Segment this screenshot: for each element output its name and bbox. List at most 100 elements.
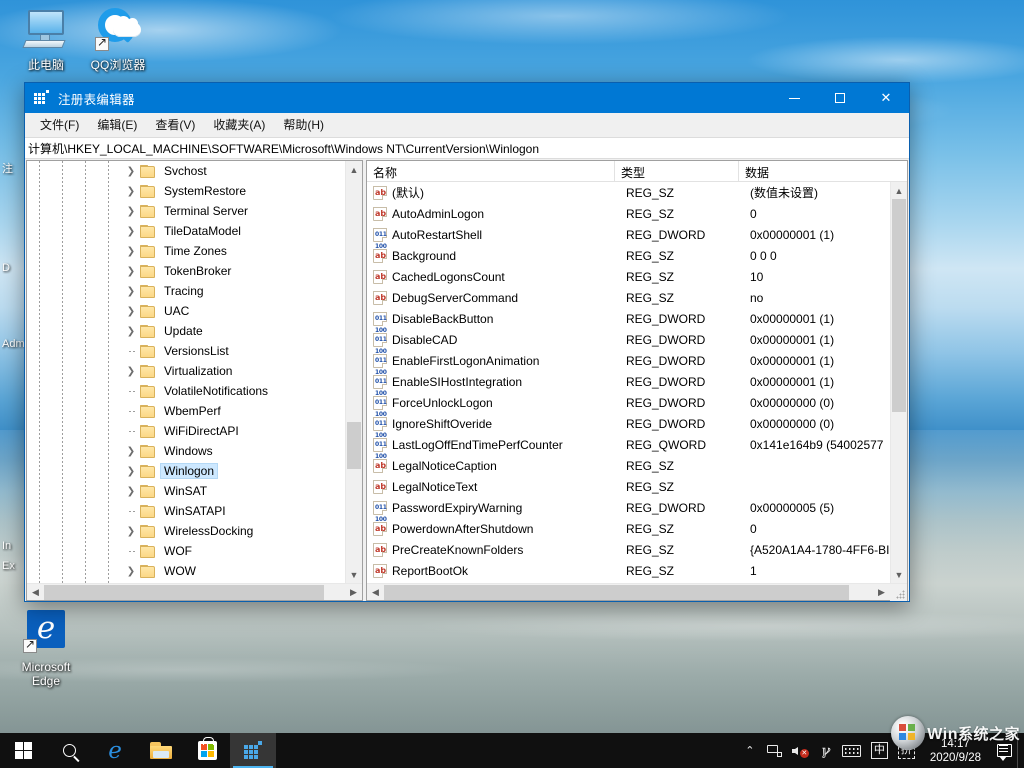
value-row[interactable]: abPreCreateKnownFoldersREG_SZ{A520A1A4-1… [367, 539, 890, 560]
scroll-up-icon[interactable]: ▲ [891, 182, 907, 199]
expand-chevron-icon[interactable]: ❯ [123, 221, 139, 241]
tree-item-versionslist[interactable]: VersionsList [27, 341, 345, 361]
values-scroll-thumb[interactable] [892, 199, 906, 412]
desktop-icon-qq-browser[interactable]: QQ浏览器 [80, 6, 156, 72]
expand-chevron-icon[interactable]: ❯ [123, 441, 139, 461]
value-row[interactable]: abCachedLogonsCountREG_SZ10 [367, 266, 890, 287]
scroll-right-icon[interactable]: ▶ [345, 584, 362, 601]
registry-editor-taskbar-button[interactable] [230, 733, 276, 768]
values-scroll-track[interactable] [891, 199, 907, 566]
file-explorer-button[interactable] [138, 733, 184, 768]
touch-keyboard-button[interactable] [837, 733, 866, 768]
expand-chevron-icon[interactable]: ❯ [123, 461, 139, 481]
tree-item-tiledatamodel[interactable]: ❯TileDataModel [27, 221, 345, 241]
ime-mode-button[interactable]: 拼 [893, 733, 920, 768]
expand-chevron-icon[interactable]: ❯ [123, 261, 139, 281]
expand-chevron-icon[interactable]: ❯ [123, 161, 139, 181]
tree-item-tracing[interactable]: ❯Tracing [27, 281, 345, 301]
column-header-data[interactable]: 数据 [739, 161, 907, 182]
tree-item-virtualization[interactable]: ❯Virtualization [27, 361, 345, 381]
desktop-icon-this-pc[interactable]: 此电脑 [8, 6, 84, 72]
value-row[interactable]: 011100AutoRestartShellREG_DWORD0x0000000… [367, 224, 890, 245]
value-row[interactable]: abDebugServerCommandREG_SZno [367, 287, 890, 308]
action-center-button[interactable] [991, 733, 1017, 768]
value-row[interactable]: 011100LastLogOffEndTimePerfCounterREG_QW… [367, 434, 890, 455]
tree-item-uac[interactable]: ❯UAC [27, 301, 345, 321]
scroll-down-icon[interactable]: ▼ [891, 566, 907, 583]
values-hscroll-track[interactable] [384, 585, 873, 600]
scroll-down-icon[interactable]: ▼ [346, 566, 362, 583]
expand-chevron-icon[interactable]: ❯ [123, 241, 139, 261]
close-button[interactable]: ✕ [863, 83, 909, 113]
address-bar[interactable]: 计算机\HKEY_LOCAL_MACHINE\SOFTWARE\Microsof… [25, 137, 909, 159]
tree-item-svchost[interactable]: ❯Svchost [27, 161, 345, 181]
value-row[interactable]: abLegalNoticeTextREG_SZ [367, 476, 890, 497]
tree-item-winsatapi[interactable]: WinSATAPI [27, 501, 345, 521]
tree-item-terminal-server[interactable]: ❯Terminal Server [27, 201, 345, 221]
value-row[interactable]: 011100ForceUnlockLogonREG_DWORD0x0000000… [367, 392, 890, 413]
menu-file[interactable]: 文件(F) [31, 115, 88, 135]
value-row[interactable]: 011100EnableFirstLogonAnimationREG_DWORD… [367, 350, 890, 371]
expand-chevron-icon[interactable]: ❯ [123, 321, 139, 341]
tree-item-tokenbroker[interactable]: ❯TokenBroker [27, 261, 345, 281]
ime-language-button[interactable]: 中 [866, 733, 893, 768]
tree-horizontal-scrollbar[interactable]: ◀ ▶ [27, 583, 362, 600]
pen-workspace-button[interactable]: ℽ [813, 733, 837, 768]
maximize-button[interactable] [817, 83, 863, 113]
tree-item-time-zones[interactable]: ❯Time Zones [27, 241, 345, 261]
minimize-button[interactable] [771, 83, 817, 113]
tree-item-update[interactable]: ❯Update [27, 321, 345, 341]
value-row[interactable]: abPowerdownAfterShutdownREG_SZ0 [367, 518, 890, 539]
expand-chevron-icon[interactable]: ❯ [123, 281, 139, 301]
show-desktop-button[interactable] [1017, 733, 1024, 768]
network-button[interactable] [762, 733, 787, 768]
desktop-icon-microsoft-edge[interactable]: e Microsoft Edge [8, 608, 84, 688]
value-row[interactable]: 011100DisableCADREG_DWORD0x00000001 (1) [367, 329, 890, 350]
value-row[interactable]: abAutoAdminLogonREG_SZ0 [367, 203, 890, 224]
tree-item-volatilenotifications[interactable]: VolatileNotifications [27, 381, 345, 401]
tree-item-windows[interactable]: ❯Windows [27, 441, 345, 461]
expand-chevron-icon[interactable]: ❯ [123, 301, 139, 321]
resize-grip[interactable] [890, 584, 907, 601]
values-horizontal-scrollbar[interactable]: ◀ ▶ [367, 583, 907, 600]
expand-chevron-icon[interactable]: ❯ [123, 181, 139, 201]
value-row[interactable]: 011100PasswordExpiryWarningREG_DWORD0x00… [367, 497, 890, 518]
window-titlebar[interactable]: 注册表编辑器 ✕ [25, 83, 909, 113]
expand-chevron-icon[interactable]: ❯ [123, 481, 139, 501]
tree-item-winsat[interactable]: ❯WinSAT [27, 481, 345, 501]
tree-item-wbemperf[interactable]: WbemPerf [27, 401, 345, 421]
scroll-left-icon[interactable]: ◀ [367, 584, 384, 601]
tree-item-wirelessdocking[interactable]: ❯WirelessDocking [27, 521, 345, 541]
scroll-left-icon[interactable]: ◀ [27, 584, 44, 601]
value-row[interactable]: 011100EnableSIHostIntegrationREG_DWORD0x… [367, 371, 890, 392]
tree-hscroll-thumb[interactable] [44, 585, 324, 600]
value-row[interactable]: 011100IgnoreShiftOverideREG_DWORD0x00000… [367, 413, 890, 434]
value-row[interactable]: ab(默认)REG_SZ(数值未设置) [367, 182, 890, 203]
column-header-type[interactable]: 类型 [615, 161, 739, 182]
value-row[interactable]: abBackgroundREG_SZ0 0 0 [367, 245, 890, 266]
start-button[interactable] [0, 733, 46, 768]
menu-help[interactable]: 帮助(H) [274, 115, 333, 135]
tree-item-wifidirectapi[interactable]: WiFiDirectAPI [27, 421, 345, 441]
value-row[interactable]: abLegalNoticeCaptionREG_SZ [367, 455, 890, 476]
values-hscroll-thumb[interactable] [384, 585, 849, 600]
column-header-name[interactable]: 名称 [367, 161, 615, 182]
volume-button[interactable]: ✕ [787, 733, 813, 768]
tree-hscroll-track[interactable] [44, 585, 345, 600]
show-hidden-icons-button[interactable]: ⌃ [738, 733, 762, 768]
expand-chevron-icon[interactable]: ❯ [123, 361, 139, 381]
edge-taskbar-button[interactable]: e [92, 733, 138, 768]
tree-vertical-scrollbar[interactable]: ▲ ▼ [345, 161, 362, 583]
tree-scroll-track[interactable] [346, 178, 362, 566]
scroll-right-icon[interactable]: ▶ [873, 584, 890, 601]
clock[interactable]: 14:17 2020/9/28 [920, 733, 991, 768]
tree-item-winlogon[interactable]: ❯Winlogon [27, 461, 345, 481]
expand-chevron-icon[interactable]: ❯ [123, 521, 139, 541]
tree-item-systemrestore[interactable]: ❯SystemRestore [27, 181, 345, 201]
tree-item-wow[interactable]: ❯WOW [27, 561, 345, 581]
expand-chevron-icon[interactable]: ❯ [123, 561, 139, 581]
menu-favorites[interactable]: 收藏夹(A) [204, 115, 274, 135]
value-row[interactable]: abReportBootOkREG_SZ1 [367, 560, 890, 581]
expand-chevron-icon[interactable]: ❯ [123, 201, 139, 221]
menu-view[interactable]: 查看(V) [146, 115, 204, 135]
